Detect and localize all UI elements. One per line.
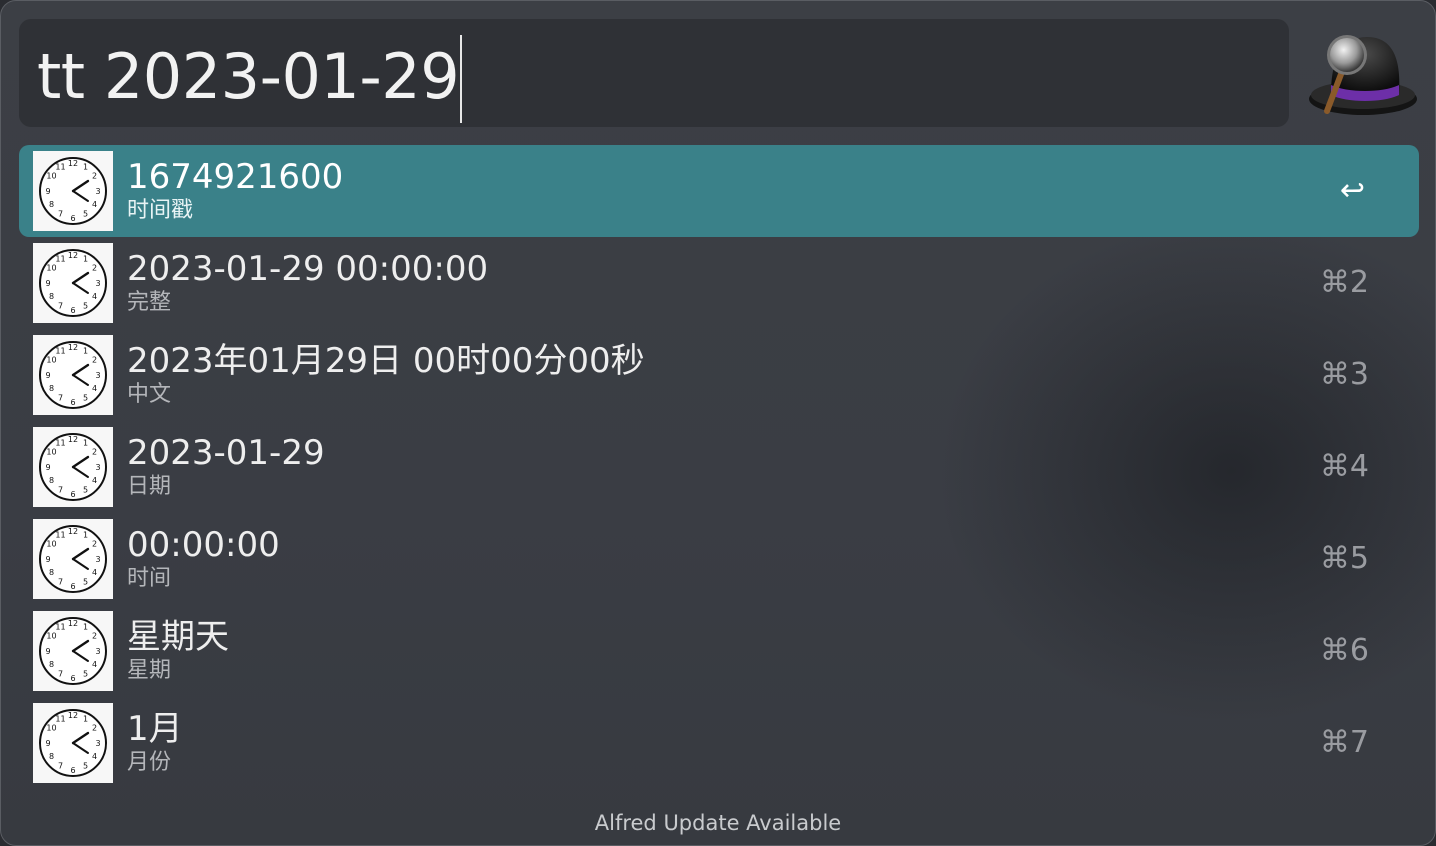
clock-icon [33, 151, 113, 231]
result-subtitle: 星期 [127, 658, 172, 683]
result-item[interactable]: 2023-01-29 日期 ⌘4 [19, 421, 1419, 513]
results-list: 1674921600 时间戳 ↩ 2023-01-29 00:00:00 完整 … [19, 145, 1419, 789]
result-title: 2023年01月29日 00时00分00秒 [127, 341, 645, 381]
result-item[interactable]: 2023年01月29日 00时00分00秒 中文 ⌘3 [19, 329, 1419, 421]
result-subtitle: 时间戳 [127, 198, 194, 223]
clock-icon [33, 703, 113, 783]
search-query: tt 2023-01-29 [37, 40, 460, 114]
result-item[interactable]: 00:00:00 时间 ⌘5 [19, 513, 1419, 605]
search-input[interactable]: tt 2023-01-29 [37, 35, 463, 123]
result-item[interactable]: 1月 月份 ⌘7 [19, 697, 1419, 789]
result-title: 星期天 [127, 617, 229, 657]
alfred-hat-icon[interactable] [1307, 29, 1419, 119]
result-title: 00:00:00 [127, 525, 280, 565]
result-title: 2023-01-29 [127, 433, 325, 473]
clock-icon [33, 243, 113, 323]
result-subtitle: 完整 [127, 290, 172, 315]
update-notice-link[interactable]: Alfred Update Available [1, 807, 1435, 839]
clock-icon [33, 427, 113, 507]
clock-icon [33, 519, 113, 599]
result-title: 1月 [127, 709, 183, 749]
result-shortcut: ⌘4 [1319, 449, 1369, 484]
result-item[interactable]: 星期天 星期 ⌘6 [19, 605, 1419, 697]
result-shortcut: ⌘2 [1319, 265, 1369, 300]
result-shortcut: ⌘6 [1319, 633, 1369, 668]
clock-icon [33, 611, 113, 691]
text-caret [460, 35, 463, 123]
result-subtitle: 日期 [127, 474, 172, 499]
result-subtitle: 中文 [127, 382, 172, 407]
clock-icon [33, 335, 113, 415]
result-shortcut: ⌘3 [1319, 357, 1369, 392]
result-item[interactable]: 2023-01-29 00:00:00 完整 ⌘2 [19, 237, 1419, 329]
result-subtitle: 时间 [127, 566, 172, 591]
result-subtitle: 月份 [127, 750, 172, 775]
search-field[interactable]: tt 2023-01-29 [19, 19, 1289, 127]
return-key-icon: ↩ [1339, 173, 1365, 208]
result-shortcut: ⌘7 [1319, 725, 1369, 760]
alfred-window: tt 2023-01-29 1674921600 时间戳 ↩ 2023-01-2… [0, 0, 1436, 846]
result-title: 1674921600 [127, 157, 344, 197]
result-title: 2023-01-29 00:00:00 [127, 249, 489, 289]
result-shortcut: ⌘5 [1319, 541, 1369, 576]
result-item[interactable]: 1674921600 时间戳 ↩ [19, 145, 1419, 237]
